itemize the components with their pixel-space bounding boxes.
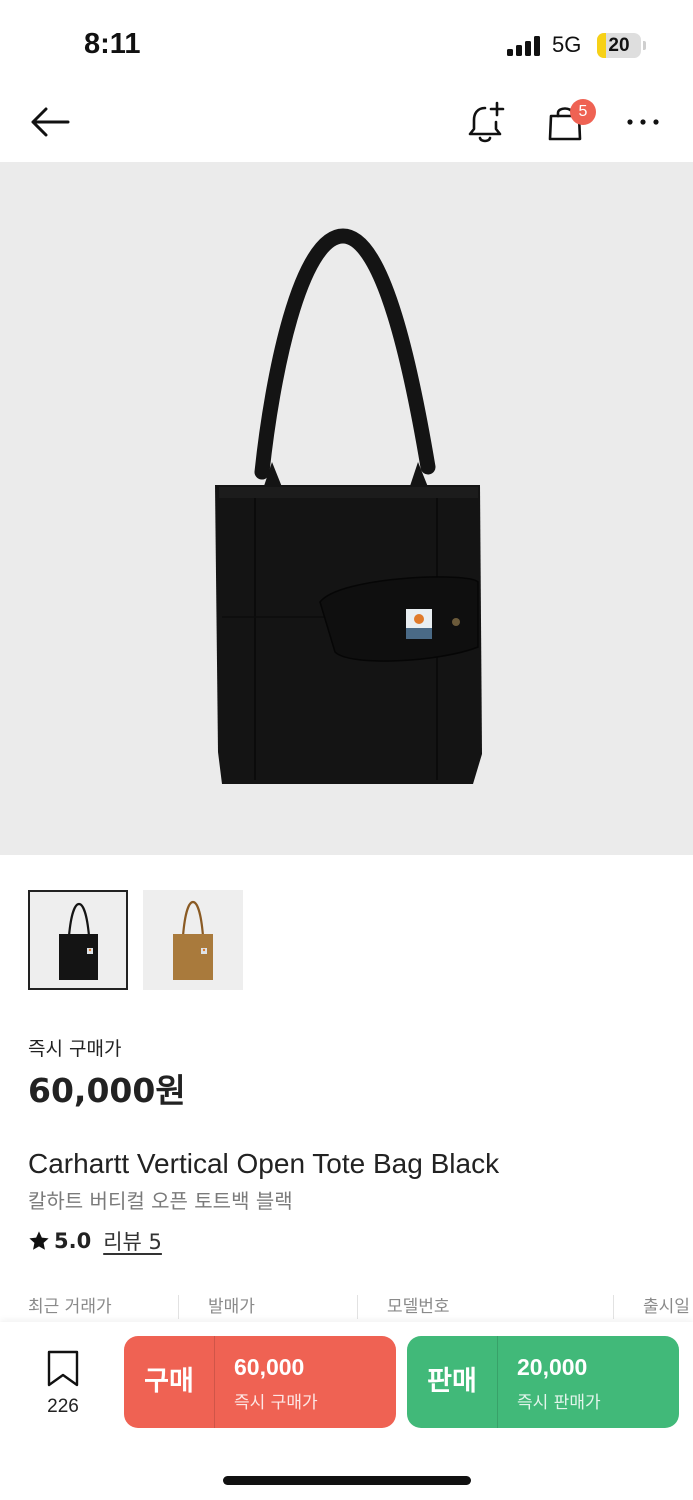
buy-button-subtitle: 즉시 구매가 xyxy=(234,1393,318,1413)
bell-plus-icon[interactable] xyxy=(466,100,508,144)
battery-icon: 20 xyxy=(597,33,641,58)
sell-button-divider xyxy=(497,1336,498,1428)
price-label: 즉시 구매가 xyxy=(28,1038,122,1060)
spec-divider xyxy=(613,1295,614,1319)
spec-recent-price-label: 최근 거래가 xyxy=(28,1297,112,1317)
bottom-action-bar: 226 구매 60,000 즉시 구매가 판매 20,000 즉시 판매가 xyxy=(0,1322,693,1500)
cart-count-badge: 5 xyxy=(570,99,596,125)
rating-row: 5.0 리뷰 5 xyxy=(28,1226,162,1256)
product-title: Carhartt Vertical Open Tote Bag Black xyxy=(28,1148,500,1179)
status-time: 8:11 xyxy=(84,28,141,60)
tote-bag-image xyxy=(215,228,482,784)
product-image[interactable] xyxy=(0,162,693,855)
sell-button-subtitle: 즉시 판매가 xyxy=(517,1393,601,1413)
home-indicator[interactable] xyxy=(223,1476,471,1485)
buy-button[interactable]: 구매 60,000 즉시 구매가 xyxy=(124,1336,396,1428)
rating-value: 5.0 xyxy=(54,1229,92,1253)
spec-release-price-label: 발매가 xyxy=(208,1297,255,1317)
star-icon xyxy=(29,1231,49,1250)
review-link[interactable]: 리뷰 5 xyxy=(103,1226,162,1256)
spec-model-label: 모델번호 xyxy=(387,1297,450,1317)
status-bar: 8:11 5G 20 xyxy=(0,0,693,90)
more-icon[interactable] xyxy=(625,116,661,128)
wishlist-count: 226 xyxy=(47,1396,79,1417)
buy-button-label: 구매 xyxy=(144,1366,194,1397)
thumbnail-brown-image xyxy=(173,900,213,980)
spec-divider xyxy=(178,1295,179,1319)
spec-release-date-label: 출시일 xyxy=(643,1297,690,1317)
spec-row: 최근 거래가 발매가 모델번호 출시일 xyxy=(0,1292,693,1322)
network-type: 5G xyxy=(552,32,582,57)
signal-icon xyxy=(507,36,543,56)
product-title-korean: 칼하트 버티컬 오픈 토트백 블랙 xyxy=(28,1189,293,1213)
battery-nub xyxy=(643,41,646,50)
buy-button-divider xyxy=(214,1336,215,1428)
sell-button-label: 판매 xyxy=(427,1366,477,1397)
thumbnail-black[interactable] xyxy=(28,890,128,990)
wishlist-button[interactable]: 226 xyxy=(30,1350,96,1418)
thumbnail-black-image xyxy=(59,902,98,980)
buy-button-price: 60,000 xyxy=(234,1354,305,1380)
battery-level: 20 xyxy=(608,35,630,56)
sell-button[interactable]: 판매 20,000 즉시 판매가 xyxy=(407,1336,679,1428)
thumbnail-brown[interactable] xyxy=(143,890,243,990)
sell-button-price: 20,000 xyxy=(517,1354,588,1380)
spec-divider xyxy=(357,1295,358,1319)
bookmark-icon xyxy=(47,1350,79,1387)
back-arrow-icon[interactable] xyxy=(28,104,72,140)
price-value: 60,000원 xyxy=(28,1071,186,1110)
